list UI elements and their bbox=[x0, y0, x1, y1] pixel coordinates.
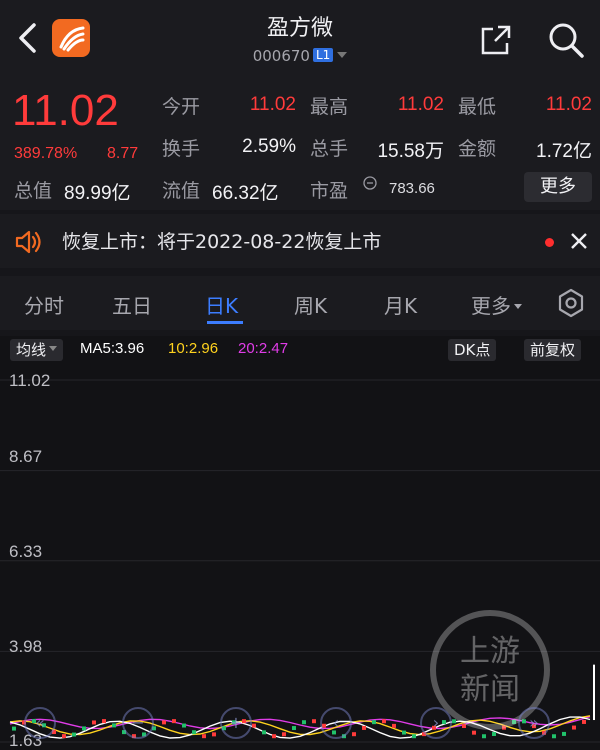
turnover-label: 换手 bbox=[162, 138, 201, 160]
watermark-line-1: 上游 bbox=[460, 634, 520, 669]
indicator-selector[interactable]: 均线 bbox=[10, 339, 64, 361]
ma20-value: 20:2.47 bbox=[238, 340, 289, 357]
watermark-line-2: 新闻 bbox=[460, 672, 520, 707]
close-icon[interactable] bbox=[570, 232, 588, 250]
pe-value: 783.66 bbox=[389, 180, 435, 197]
total-cap-value: 89.99亿 bbox=[64, 183, 131, 204]
chevron-down-icon bbox=[514, 304, 522, 309]
indicator-selector-label: 均线 bbox=[16, 341, 47, 359]
candlestick bbox=[272, 734, 276, 739]
pe-label: 市盈 bbox=[310, 180, 349, 202]
scroll-left-icon[interactable]: ‹ bbox=[320, 707, 352, 739]
scroll-right-icon[interactable]: › bbox=[420, 707, 452, 739]
candlestick bbox=[282, 732, 286, 737]
high-label: 最高 bbox=[310, 96, 349, 118]
candlestick bbox=[12, 726, 16, 731]
candlestick bbox=[92, 720, 96, 725]
zoom-out-icon[interactable]: − bbox=[122, 707, 154, 739]
candlestick bbox=[352, 732, 356, 737]
level-badge: L1 bbox=[312, 48, 334, 62]
candlestick bbox=[562, 731, 566, 736]
candlestick bbox=[492, 732, 496, 737]
candlestick bbox=[372, 720, 376, 725]
share-icon[interactable] bbox=[478, 22, 514, 58]
candlestick bbox=[182, 723, 186, 728]
candlestick bbox=[402, 730, 406, 735]
candlestick bbox=[572, 725, 576, 730]
speaker-icon bbox=[15, 230, 41, 254]
unread-dot bbox=[545, 238, 554, 247]
dk-point-button[interactable]: DK点 bbox=[448, 339, 497, 361]
candlestick bbox=[112, 723, 116, 728]
search-icon[interactable] bbox=[546, 20, 586, 60]
notice-text: 恢复上市：将于2022-08-22恢复上市 bbox=[62, 231, 382, 253]
tab-weekly-k[interactable]: 周K bbox=[294, 290, 327, 319]
chevron-down-icon bbox=[49, 346, 58, 351]
amount-value: 1.72亿 bbox=[536, 141, 592, 162]
tab-daily-k[interactable]: 日K bbox=[205, 290, 238, 319]
candlestick bbox=[412, 734, 416, 739]
volume-value: 15.58万 bbox=[377, 141, 444, 162]
y-tick-label: 6.33 bbox=[9, 542, 43, 561]
tab-intraday[interactable]: 分时 bbox=[24, 290, 64, 319]
candlestick bbox=[552, 734, 556, 739]
high-value: 11.02 bbox=[397, 94, 444, 115]
low-value: 11.02 bbox=[545, 94, 592, 115]
candlestick bbox=[212, 732, 216, 737]
candlestick bbox=[262, 730, 266, 735]
ma10-value: 10:2.96 bbox=[168, 340, 219, 357]
y-tick-label: 8.67 bbox=[9, 447, 43, 466]
active-tab-indicator bbox=[207, 321, 243, 324]
watermark-text: 上游 新闻 bbox=[440, 633, 540, 709]
scroll-right-fast-icon[interactable]: » bbox=[518, 707, 550, 739]
candlestick bbox=[252, 723, 256, 728]
candlestick bbox=[392, 723, 396, 728]
current-price: 11.02 bbox=[12, 86, 119, 135]
tab-more[interactable]: 更多 bbox=[471, 290, 522, 319]
y-tick-label: 3.98 bbox=[9, 637, 43, 656]
candlestick bbox=[302, 720, 306, 725]
candlestick bbox=[102, 719, 106, 724]
candlestick bbox=[192, 730, 196, 735]
tab-more-label: 更多 bbox=[471, 294, 511, 318]
volume-label: 总手 bbox=[310, 138, 349, 160]
open-label: 今开 bbox=[162, 96, 201, 118]
zoom-in-icon[interactable]: + bbox=[220, 707, 252, 739]
candlestick bbox=[172, 719, 176, 724]
open-value: 11.02 bbox=[249, 94, 296, 115]
candlestick bbox=[292, 726, 296, 731]
float-cap-label: 流值 bbox=[162, 180, 201, 202]
candlestick bbox=[482, 734, 486, 739]
tab-five-day[interactable]: 五日 bbox=[112, 290, 152, 319]
candlestick bbox=[582, 719, 586, 724]
price-adjust-button[interactable]: 前复权 bbox=[524, 339, 582, 361]
price-change-amount: 8.77 bbox=[107, 145, 139, 162]
candlestick bbox=[362, 725, 366, 730]
amount-label: 金额 bbox=[458, 138, 497, 160]
y-tick-label: 11.02 bbox=[9, 371, 51, 390]
settings-gear-icon[interactable] bbox=[556, 288, 586, 318]
candlestick bbox=[312, 719, 316, 724]
candlestick bbox=[202, 734, 206, 739]
stock-code: 000670 bbox=[252, 47, 310, 65]
candlestick bbox=[82, 726, 86, 731]
tab-monthly-k[interactable]: 月K bbox=[384, 290, 417, 319]
total-cap-label: 总值 bbox=[14, 180, 53, 202]
more-metrics-button[interactable]: 更多 bbox=[524, 172, 592, 202]
low-label: 最低 bbox=[458, 96, 497, 118]
turnover-value: 2.59% bbox=[242, 136, 296, 157]
scroll-left-fast-icon[interactable]: « bbox=[24, 707, 56, 739]
candlestick bbox=[72, 732, 76, 737]
candlestick bbox=[62, 734, 66, 739]
chevron-down-icon bbox=[337, 52, 348, 58]
ma5-value: MA5:3.96 bbox=[80, 340, 145, 357]
float-cap-value: 66.32亿 bbox=[212, 183, 279, 204]
price-change-percent: 389.78% bbox=[14, 145, 78, 162]
candlestick bbox=[472, 730, 476, 735]
candlestick bbox=[382, 719, 386, 724]
pe-loss-icon bbox=[359, 172, 377, 190]
candlestick bbox=[162, 720, 166, 725]
candlestick bbox=[452, 719, 456, 724]
